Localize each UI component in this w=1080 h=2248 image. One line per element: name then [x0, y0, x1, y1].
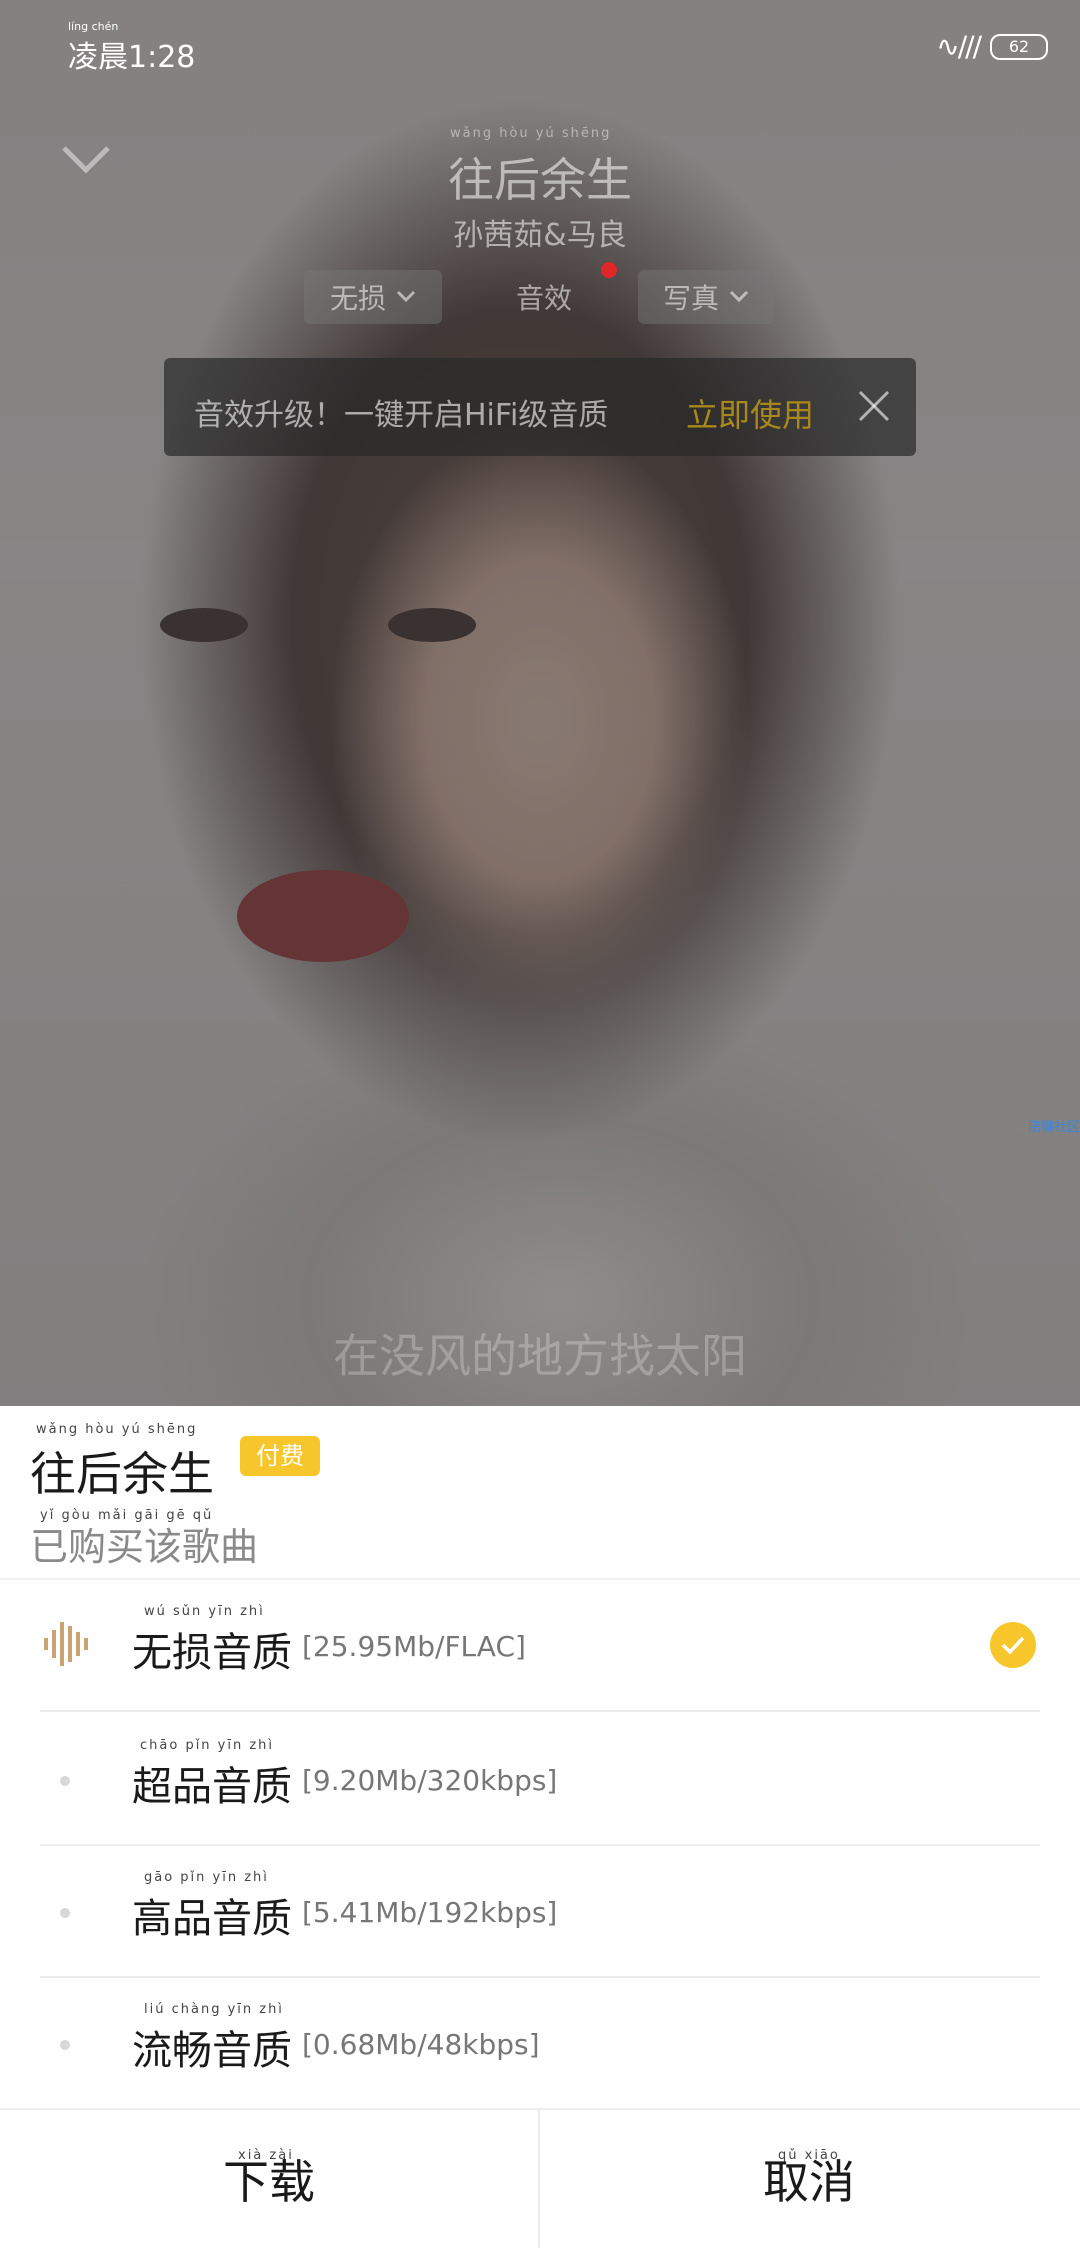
- chevron-down-icon: [396, 290, 416, 303]
- close-icon[interactable]: [856, 388, 892, 424]
- quality-option-super[interactable]: chāo pǐn yīn zhì 超品音质 [9.20Mb/320kbps]: [40, 1714, 1040, 1846]
- quality-detail: [0.68Mb/48kbps]: [302, 2028, 540, 2061]
- status-icons: ∿∕∕∕ 62: [936, 30, 1048, 63]
- status-time: líng chén 凌晨1:28: [68, 20, 196, 76]
- quality-pinyin: chāo pǐn yīn zhì: [140, 1738, 275, 1753]
- photo-tab[interactable]: 写真: [638, 270, 774, 324]
- battery-icon: 62: [990, 33, 1048, 60]
- paid-badge: 付费: [240, 1436, 320, 1476]
- status-time-ruby: líng chén: [68, 20, 119, 33]
- effect-tab-label: 音效: [515, 282, 572, 315]
- quality-label: 高品音质: [132, 1896, 292, 1942]
- quality-detail: [9.20Mb/320kbps]: [302, 1764, 558, 1797]
- cancel-pinyin: qǔ xiāo: [778, 2148, 840, 2163]
- quality-tab-label: 无损: [329, 282, 386, 315]
- photo-tab-label: 写真: [662, 282, 719, 315]
- quality-label: 超品音质: [132, 1764, 292, 1810]
- promo-use-now-button[interactable]: 立即使用: [686, 390, 814, 436]
- promo-text: 音效升级！一键开启HiFi级音质: [194, 398, 609, 433]
- notification-dot: [601, 262, 617, 278]
- sheet-title: 往后余生: [30, 1447, 214, 1501]
- status-time-text: 凌晨1:28: [68, 40, 196, 75]
- chevron-down-icon: [729, 290, 749, 303]
- quality-pinyin: liú chàng yīn zhì: [144, 2002, 284, 2017]
- quality-option-high[interactable]: gāo pǐn yīn zhì 高品音质 [5.41Mb/192kbps]: [40, 1846, 1040, 1978]
- current-lyric: 在没风的地方找太阳: [333, 1329, 747, 1383]
- quality-bottom-sheet: wǎng hòu yú shēng 往后余生 付费 yǐ gòu mǎi gāi…: [0, 1406, 1080, 2248]
- quality-label: 流畅音质: [132, 2028, 292, 2074]
- quality-pinyin: wú sǔn yīn zhì: [144, 1604, 265, 1619]
- quality-detail: [5.41Mb/192kbps]: [302, 1896, 558, 1929]
- quality-pinyin: gāo pǐn yīn zhì: [144, 1870, 269, 1885]
- quality-option-lossless[interactable]: wú sǔn yīn zhì 无损音质 [25.95Mb/FLAC]: [40, 1580, 1040, 1712]
- sheet-title-pinyin: wǎng hòu yú shēng: [36, 1422, 198, 1437]
- download-pinyin: xià zài: [238, 2148, 294, 2163]
- title-pinyin: wǎng hòu yú shēng: [450, 126, 612, 141]
- signal-icon: ∿∕∕∕: [936, 30, 982, 63]
- radio-dot-icon: [60, 2040, 70, 2050]
- radio-dot-icon: [60, 1908, 70, 1918]
- radio-dot-icon: [60, 1776, 70, 1786]
- community-link[interactable]: 陪聊社区: [1028, 1116, 1080, 1135]
- sound-wave-icon: [44, 1622, 88, 1666]
- quality-detail: [25.95Mb/FLAC]: [302, 1630, 526, 1663]
- row-divider: [40, 1710, 1040, 1712]
- quality-tab[interactable]: 无损: [304, 270, 442, 324]
- purchased-status: 已购买该歌曲: [30, 1525, 259, 1569]
- song-artist[interactable]: 孙茜茹&马良: [0, 210, 1080, 254]
- cancel-button[interactable]: qǔ xiāo 取消: [540, 2110, 1078, 2248]
- quality-option-smooth[interactable]: liú chàng yīn zhì 流畅音质 [0.68Mb/48kbps]: [40, 1978, 1040, 2110]
- download-button[interactable]: xià zài 下载: [0, 2110, 538, 2248]
- hifi-promo-banner: 音效升级！一键开启HiFi级音质 立即使用: [164, 358, 916, 456]
- checkmark-icon: [990, 1622, 1036, 1668]
- effect-tab[interactable]: 音效: [494, 270, 594, 324]
- quality-label: 无损音质: [132, 1630, 292, 1676]
- song-title: 往后余生: [448, 153, 632, 207]
